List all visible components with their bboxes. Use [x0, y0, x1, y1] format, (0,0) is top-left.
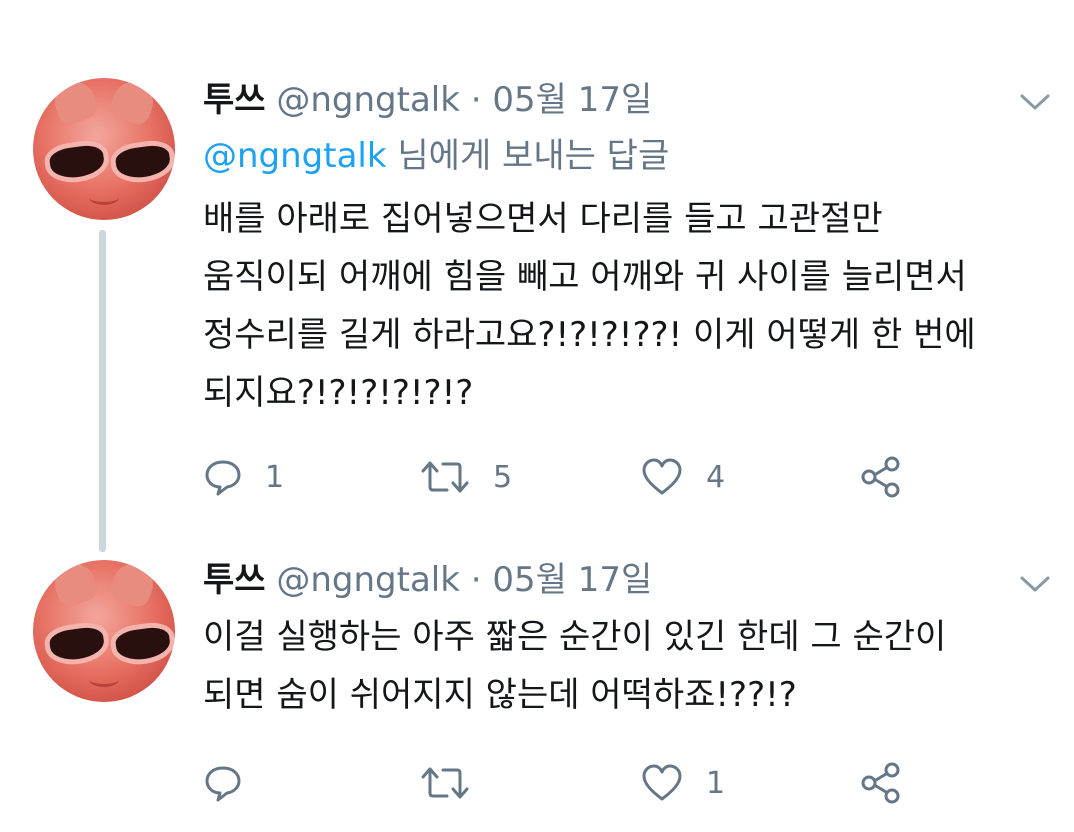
share-icon: [861, 762, 900, 804]
tweet-header: 투쓰 @ngngtalk · 05월 17일: [203, 78, 652, 122]
tweet-actions: 1: [203, 758, 963, 808]
retweet-button[interactable]: [419, 758, 493, 808]
username[interactable]: @ngngtalk: [276, 560, 460, 600]
tweet-text-line: 되면 숨이 쉬어지지 않는데 어떡하죠!??!?: [203, 675, 797, 715]
speech-bubble-icon: [205, 460, 241, 496]
reply-button[interactable]: 1: [203, 452, 284, 502]
reply-count: 1: [265, 459, 285, 495]
separator-dot: ·: [470, 80, 482, 120]
tweet-text: 배를 아래로 집어넣으면서 다리를 들고 고관절만 움직이되 어깨에 힘을 빼고…: [203, 190, 1063, 422]
reply-button[interactable]: [203, 758, 265, 808]
heart-icon: [642, 764, 682, 801]
avatar[interactable]: [33, 78, 175, 220]
reply-to-handle[interactable]: @ngngtalk: [203, 136, 387, 176]
heart-icon: [642, 458, 682, 495]
sunglasses-graphic: [33, 137, 175, 187]
username[interactable]: @ngngtalk: [276, 80, 460, 120]
retweet-count: 5: [493, 459, 513, 495]
like-count: 4: [706, 459, 726, 495]
tweet-header: 투쓰 @ngngtalk · 05월 17일: [203, 558, 652, 602]
tweet-text-line: 배를 아래로 집어넣으면서 다리를 들고 고관절만: [203, 199, 883, 239]
speech-bubble-icon: [205, 766, 241, 802]
retweet-icon: [421, 461, 469, 493]
share-button[interactable]: [859, 758, 903, 808]
display-name[interactable]: 투쓰: [203, 560, 266, 600]
sunglasses-graphic: [33, 619, 175, 669]
like-button[interactable]: 4: [640, 452, 725, 502]
retweet-icon: [421, 767, 469, 799]
tweet-text: 이걸 실행하는 아주 짧은 순간이 있긴 한데 그 순간이 되면 숨이 쉬어지지…: [203, 608, 1063, 724]
like-count: 1: [706, 765, 726, 801]
share-button[interactable]: [859, 452, 903, 502]
tweet-date[interactable]: 05월 17일: [492, 80, 652, 120]
reply-to-label: 님에게 보내는 답글: [397, 136, 670, 176]
replying-to: @ngngtalk 님에게 보내는 답글: [203, 134, 669, 178]
like-button[interactable]: 1: [640, 758, 725, 808]
tweet-date[interactable]: 05월 17일: [492, 560, 652, 600]
tweet-text-line: 되지요?!?!?!?!?!?: [203, 373, 474, 413]
retweet-button[interactable]: 5: [419, 452, 512, 502]
chevron-down-icon[interactable]: [1018, 92, 1052, 112]
chevron-down-icon[interactable]: [1018, 574, 1052, 594]
share-icon: [861, 456, 900, 498]
tweet-text-line: 이걸 실행하는 아주 짧은 순간이 있긴 한데 그 순간이: [203, 617, 947, 657]
tweet-actions: 1 5 4: [203, 452, 963, 502]
separator-dot: ·: [470, 560, 482, 600]
avatar[interactable]: [33, 560, 175, 702]
tweet-text-line: 움직이되 어깨에 힘을 빼고 어깨와 귀 사이를 늘리면서: [203, 257, 967, 297]
thread-line: [99, 230, 106, 552]
tweet-text-line: 정수리를 길게 하라고요?!?!?!??! 이게 어떻게 한 번에: [203, 315, 976, 355]
display-name[interactable]: 투쓰: [203, 80, 266, 120]
